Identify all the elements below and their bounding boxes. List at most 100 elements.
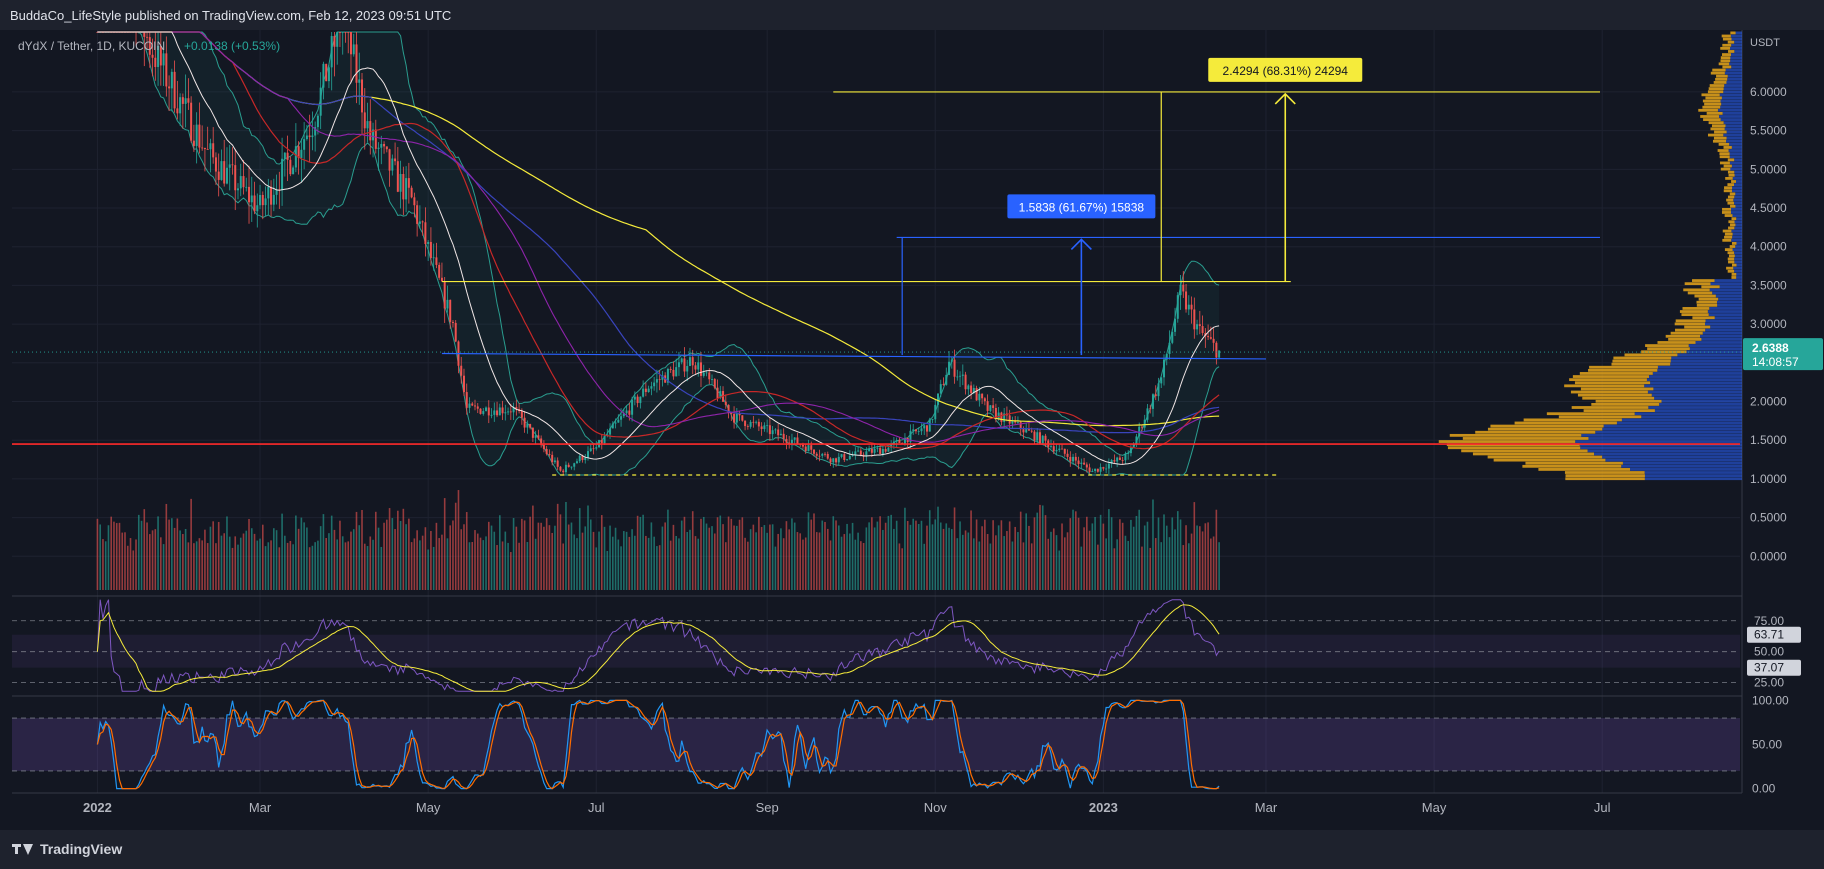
candle-body: [281, 158, 284, 191]
profile-bar-orange: [1701, 285, 1720, 289]
profile-bar-blue: [1725, 124, 1742, 128]
profile-bar-orange: [1665, 334, 1701, 338]
candle-body: [683, 358, 686, 372]
countdown-value: 14:08:57: [1752, 355, 1799, 369]
candle-body: [677, 362, 680, 368]
stoch-tick-label: 0.00: [1752, 782, 1776, 796]
candle-body: [1157, 383, 1160, 397]
candle-body: [829, 458, 832, 463]
profile-bar-blue: [1717, 303, 1742, 307]
volume-bar: [928, 510, 931, 590]
volume-bar: [923, 543, 926, 590]
volume-bar: [1160, 542, 1163, 590]
candle-body: [143, 32, 146, 37]
candle-body: [793, 437, 796, 440]
volume-bar: [959, 521, 961, 590]
tv-logo-text: TradingView: [40, 841, 123, 857]
candle-body: [462, 375, 465, 393]
bollinger-bands: [97, 31, 1220, 476]
profile-bar-orange: [1703, 118, 1721, 121]
profile-bar-blue: [1594, 452, 1742, 456]
candle-body: [603, 435, 606, 444]
candle-body: [584, 457, 587, 461]
candle-body: [421, 221, 424, 223]
candle-body: [283, 152, 286, 159]
candle-body: [989, 405, 992, 411]
range-high-line: [441, 352, 1266, 360]
profile-bar-orange: [1731, 180, 1736, 183]
profile-bar-orange: [1447, 446, 1581, 450]
profile-bar-blue: [1654, 396, 1742, 400]
volume-bars: [96, 490, 1220, 590]
volume-bar: [182, 534, 184, 590]
profile-bar-blue: [1724, 127, 1742, 131]
profile-bar-orange: [1461, 449, 1588, 453]
volume-bar: [876, 521, 879, 590]
profile-bar-blue: [1724, 84, 1742, 87]
grid: [12, 30, 1743, 794]
volume-bar: [543, 526, 545, 590]
candle-body: [796, 437, 799, 445]
volume-bar: [565, 501, 567, 590]
volume-bar: [736, 525, 738, 590]
volume-bar: [763, 525, 766, 590]
candle-body: [394, 158, 397, 162]
candle-body: [1083, 462, 1086, 465]
volume-bar: [1135, 515, 1138, 590]
candle-body: [686, 365, 689, 372]
volume-bar: [1119, 519, 1121, 590]
profile-bar-orange: [1730, 223, 1736, 227]
candle-body: [493, 410, 496, 415]
candle-body: [327, 67, 330, 82]
volume-bar: [1017, 532, 1019, 590]
candle-body: [997, 412, 1000, 419]
candle-body: [785, 438, 788, 443]
candle-body: [923, 425, 926, 429]
volume-bar: [741, 517, 744, 590]
ma200-line: [97, 31, 1220, 427]
tradingview-logo[interactable]: TradingView: [12, 841, 122, 857]
candle-body: [868, 448, 871, 452]
volume-bar: [1063, 537, 1066, 590]
candle-body: [487, 407, 490, 416]
profile-bar-orange: [1565, 477, 1645, 481]
profile-bar-orange: [1514, 421, 1617, 425]
volume-bar: [697, 538, 700, 590]
profile-bar-blue: [1648, 375, 1742, 378]
time-tick-label: May: [416, 800, 441, 815]
candle-body: [757, 421, 760, 427]
candle-body: [578, 455, 581, 462]
candle-body: [1050, 446, 1053, 447]
candle-body: [587, 451, 589, 458]
chart-svg[interactable]: 0.00000.50001.00001.50002.00002.50003.00…: [0, 30, 1824, 830]
candle-body: [824, 453, 827, 455]
candle-body: [407, 178, 410, 188]
chart-area[interactable]: 0.00000.50001.00001.50002.00002.50003.00…: [0, 30, 1824, 830]
volume-bar: [330, 515, 333, 590]
candle-body: [559, 466, 562, 471]
candle-body: [744, 420, 747, 427]
volume-bar: [719, 515, 722, 590]
volume-bar: [882, 529, 884, 590]
candle-body: [529, 424, 532, 428]
volume-profile: [1438, 31, 1742, 481]
volume-bar: [465, 512, 468, 590]
volume-bar: [835, 520, 837, 590]
volume-bar: [973, 538, 975, 590]
profile-bar-orange: [1713, 81, 1727, 84]
candle-body: [352, 44, 355, 55]
profile-bar-orange: [1718, 62, 1730, 66]
profile-bar-blue: [1705, 328, 1742, 332]
candle-body: [804, 446, 807, 452]
volume-bar: [104, 541, 107, 590]
candle-body: [1154, 394, 1157, 397]
candle-body: [264, 198, 267, 206]
profile-bar-blue: [1710, 282, 1742, 286]
profile-bar-orange: [1569, 378, 1647, 382]
volume-bar: [1058, 550, 1061, 590]
profile-bar-blue: [1732, 177, 1742, 180]
profile-bar-blue: [1723, 133, 1742, 137]
volume-bar: [598, 531, 600, 590]
candle-body: [322, 63, 325, 88]
candle-body: [1008, 415, 1011, 424]
